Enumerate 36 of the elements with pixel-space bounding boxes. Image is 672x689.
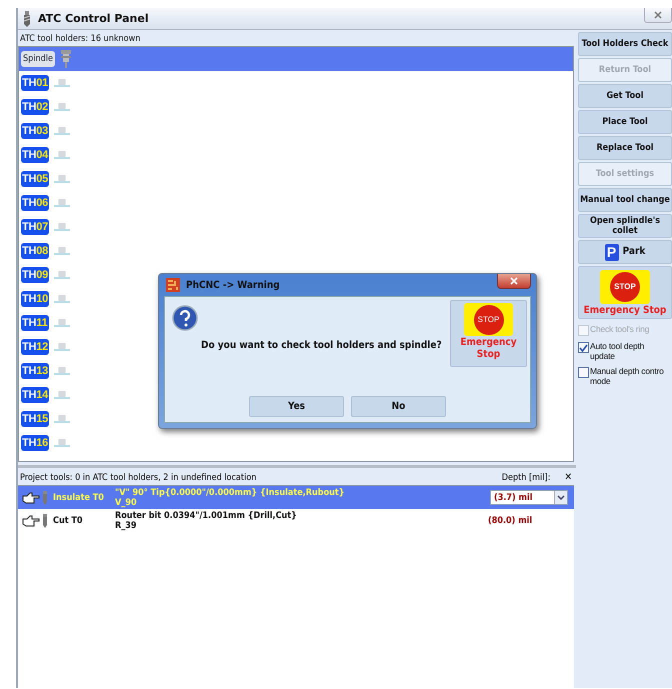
stop-sign: STOP (600, 270, 650, 304)
checkbox-label: Manual depth contro mode (590, 366, 665, 386)
dialog-title: PhCNC -> Warning (186, 280, 281, 290)
section-header: Project tools: 0 in ATC tool holders, 2 in undefined location (20, 472, 258, 482)
stop-sign: STOP (464, 303, 513, 336)
holder-badge: TH07 (21, 219, 50, 235)
holder-badge: TH14 (21, 387, 50, 403)
section-header: ATC tool holders: 16 unknown (19, 33, 142, 46)
holder-badge: TH16 (21, 435, 50, 451)
depth-value: (80.0) mil (487, 516, 534, 526)
holder-badge: TH11 (21, 315, 48, 331)
holder-badge: TH03 (21, 123, 50, 139)
parking-icon: P (604, 244, 619, 260)
holder-badge: TH05 (21, 171, 50, 187)
spindle-badge: Spindle (21, 51, 56, 67)
checkbox-label: Check tool's ring (590, 324, 650, 334)
holder-badge: TH02 (21, 99, 50, 115)
tool-name: Insulate T0 (53, 492, 105, 502)
holder-badge: TH06 (21, 195, 50, 211)
tool-code: R_39 (115, 520, 138, 530)
window-title: ATC Control Panel (38, 12, 150, 25)
holder-badge: TH01 (21, 75, 50, 91)
holder-badge: TH04 (21, 147, 50, 163)
holder-badge: TH12 (21, 339, 50, 355)
holder-badge: TH08 (21, 243, 50, 259)
holder-badge: TH09 (21, 267, 50, 283)
dialog-message: Do you want to check tool holders and spindle? (201, 340, 442, 351)
tool-name: Cut T0 (53, 516, 84, 526)
checkbox-label: Auto tool depth update (590, 341, 646, 361)
holder-badge: TH15 (21, 411, 50, 427)
column-header: Depth [mil]: (502, 472, 550, 482)
tool-code: V_90 (115, 498, 138, 508)
tool-description: "V" 90° Tip{0.0000"/0.000mm} {Insulate,Rubout} (115, 488, 346, 498)
holder-badge: TH13 (21, 363, 50, 379)
tool-description: Router bit 0.0394"/1.001mm {Drill,Cut} (115, 510, 298, 520)
holder-badge: TH10 (21, 291, 50, 307)
